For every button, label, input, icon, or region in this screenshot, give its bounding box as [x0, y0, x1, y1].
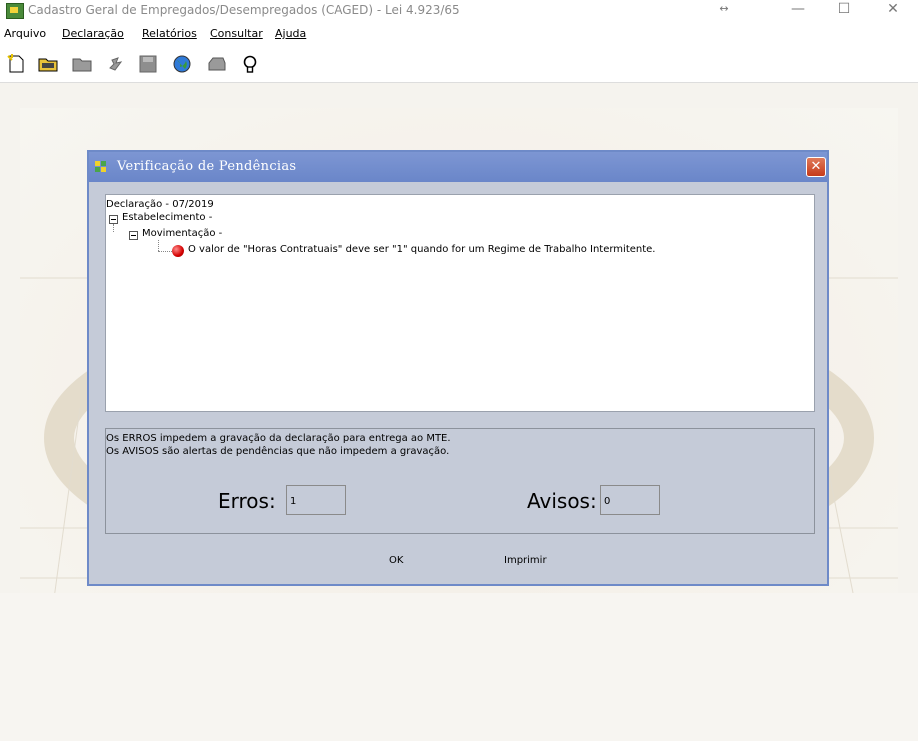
tree-connector	[158, 240, 159, 251]
window-titlebar: Cadastro Geral de Empregados/Desempregad…	[0, 0, 918, 22]
workspace-lower-area	[0, 593, 918, 741]
errors-label: Erros:	[218, 489, 276, 513]
tree-connector	[158, 251, 172, 252]
tree-connector	[113, 224, 114, 232]
error-icon	[172, 245, 184, 257]
menu-ajuda[interactable]: Ajuda	[275, 27, 306, 40]
tree-error-message[interactable]: O valor de "Horas Contratuais" deve ser …	[188, 244, 655, 255]
menu-arquivo[interactable]: Arquivo	[4, 27, 46, 40]
pending-tree: Declaração - 07/2019 Estabelecimento - M…	[105, 194, 815, 412]
dialog-title: Verificação de Pendências	[117, 159, 297, 174]
verify-icon[interactable]	[106, 54, 128, 74]
print-button[interactable]: Imprimir	[504, 555, 547, 566]
collapse-establishment-icon[interactable]	[109, 215, 118, 224]
caged-app-icon	[6, 3, 24, 19]
warnings-explanation: Os AVISOS são alertas de pendências que …	[106, 446, 450, 457]
close-window-button[interactable]: ✕	[870, 0, 916, 22]
menu-bar: Arquivo Declaração Relatórios Consultar …	[0, 24, 918, 44]
menu-relatorios[interactable]: Relatórios	[142, 27, 197, 40]
maximize-button[interactable]: ☐	[821, 0, 867, 22]
warnings-label: Avisos:	[527, 489, 597, 513]
globe-icon[interactable]	[172, 54, 194, 74]
tree-node-movement[interactable]: Movimentação -	[142, 228, 222, 239]
menu-consultar[interactable]: Consultar	[210, 27, 263, 40]
pending-verification-dialog: Verificação de Pendências ✕ Declaração -…	[87, 150, 829, 586]
folder-icon[interactable]	[72, 54, 94, 74]
print-icon[interactable]	[206, 54, 228, 74]
ok-button[interactable]: OK	[389, 555, 403, 566]
errors-count-field: 1	[286, 485, 346, 515]
dialog-titlebar[interactable]: Verificação de Pendências ✕	[89, 152, 827, 182]
open-folder-icon[interactable]	[38, 54, 60, 74]
tree-root-declaration[interactable]: Declaração - 07/2019	[106, 199, 214, 210]
warnings-count-field: 0	[600, 485, 660, 515]
save-icon[interactable]	[138, 54, 160, 74]
tree-node-establishment[interactable]: Estabelecimento -	[122, 212, 212, 223]
new-document-icon[interactable]	[6, 54, 28, 74]
dialog-app-icon	[95, 161, 107, 173]
toolbar	[0, 48, 918, 83]
resize-arrows-icon: ↔	[719, 2, 729, 15]
menu-declaracao[interactable]: Declaração	[62, 27, 124, 40]
summary-panel: Os ERROS impedem a gravação da declaraçã…	[105, 428, 815, 534]
minimize-button[interactable]: —	[775, 0, 821, 22]
help-bulb-icon[interactable]	[240, 54, 262, 74]
dialog-close-button[interactable]: ✕	[806, 157, 826, 177]
errors-explanation: Os ERROS impedem a gravação da declaraçã…	[106, 433, 451, 444]
collapse-movement-icon[interactable]	[129, 231, 138, 240]
window-title: Cadastro Geral de Empregados/Desempregad…	[28, 3, 460, 17]
